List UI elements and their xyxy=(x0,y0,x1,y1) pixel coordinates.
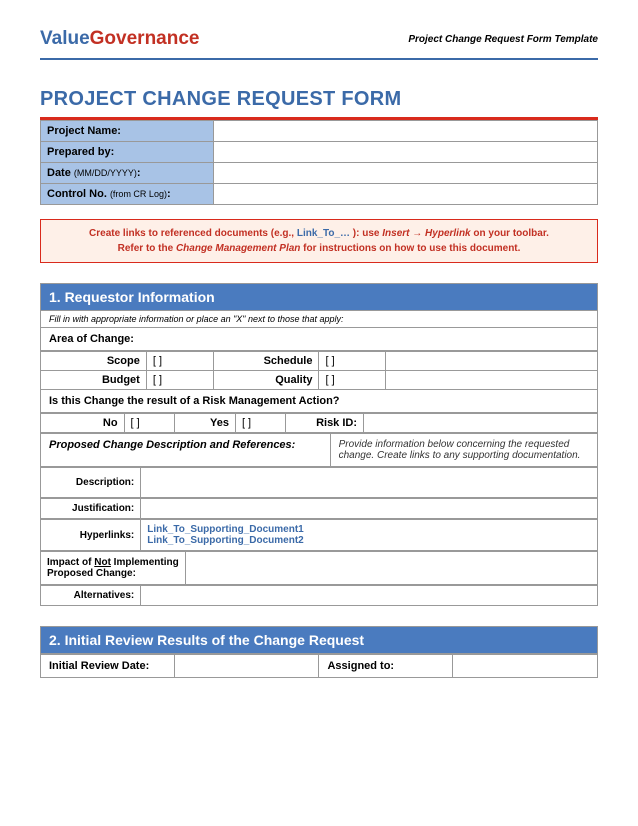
risk-question: Is this Change the result of a Risk Mana… xyxy=(40,390,598,413)
sample-link: Link_To_… xyxy=(297,228,350,239)
quality-checkbox[interactable]: [ ] xyxy=(319,371,386,390)
budget-label: Budget xyxy=(41,371,147,390)
alternatives-row: Alternatives: xyxy=(40,585,598,606)
proposed-change-hint: Provide information below concerning the… xyxy=(330,434,597,467)
page-title: PROJECT CHANGE REQUEST FORM xyxy=(40,88,598,111)
prepared-by-label: Prepared by: xyxy=(41,142,214,163)
justification-label: Justification: xyxy=(41,499,141,519)
justification-value[interactable] xyxy=(141,499,598,519)
assigned-to-value[interactable] xyxy=(453,655,598,678)
document-header: ValueGovernance Project Change Request F… xyxy=(40,28,598,60)
justification-row: Justification: xyxy=(40,498,598,519)
risk-grid: No [ ] Yes [ ] Risk ID: xyxy=(40,413,598,433)
riskid-label: Risk ID: xyxy=(286,414,364,433)
section1-header: 1. Requestor Information xyxy=(40,283,598,311)
review-date-label: Initial Review Date: xyxy=(41,655,175,678)
schedule-checkbox[interactable]: [ ] xyxy=(319,352,386,371)
scope-checkbox[interactable]: [ ] xyxy=(146,352,213,371)
logo-value: Value xyxy=(40,28,90,49)
document-subtitle: Project Change Request Form Template xyxy=(408,34,598,45)
quality-label: Quality xyxy=(213,371,319,390)
alternatives-value[interactable] xyxy=(141,586,598,606)
prepared-by-value[interactable] xyxy=(213,142,597,163)
logo: ValueGovernance xyxy=(40,28,199,50)
alternatives-label: Alternatives: xyxy=(41,586,141,606)
impact-row: Impact of Not Implementing Proposed Chan… xyxy=(40,551,598,585)
impact-label: Impact of Not Implementing Proposed Chan… xyxy=(41,552,186,585)
control-no-value[interactable] xyxy=(213,184,597,205)
review-date-value[interactable] xyxy=(174,655,319,678)
date-label: Date (MM/DD/YYYY): xyxy=(41,163,214,184)
scope-label: Scope xyxy=(41,352,147,371)
area-checkbox-grid: Scope [ ] Schedule [ ] Budget [ ] Qualit… xyxy=(40,351,598,390)
meta-table: Project Name: Prepared by: Date (MM/DD/Y… xyxy=(40,120,598,205)
date-value[interactable] xyxy=(213,163,597,184)
yes-checkbox[interactable]: [ ] xyxy=(235,414,285,433)
section1-hint: Fill in with appropriate information or … xyxy=(40,311,598,328)
project-name-value[interactable] xyxy=(213,121,597,142)
yes-label: Yes xyxy=(174,414,235,433)
area-of-change-label: Area of Change: xyxy=(40,328,598,351)
budget-checkbox[interactable]: [ ] xyxy=(146,371,213,390)
control-no-label: Control No. (from CR Log): xyxy=(41,184,214,205)
logo-governance: Governance xyxy=(90,28,200,49)
assigned-to-label: Assigned to: xyxy=(319,655,453,678)
support-link-1[interactable]: Link_To_Supporting_Document1 xyxy=(147,524,304,535)
riskid-value[interactable] xyxy=(364,414,598,433)
proposed-change-row: Proposed Change Description and Referenc… xyxy=(40,433,598,467)
hyperlinks-value: Link_To_Supporting_Document1 Link_To_Sup… xyxy=(141,520,598,551)
hyperlinks-row: Hyperlinks: Link_To_Supporting_Document1… xyxy=(40,519,598,551)
no-checkbox[interactable]: [ ] xyxy=(124,414,174,433)
support-link-2[interactable]: Link_To_Supporting_Document2 xyxy=(147,535,304,546)
proposed-change-label: Proposed Change Description and Referenc… xyxy=(41,434,331,467)
schedule-label: Schedule xyxy=(213,352,319,371)
description-label: Description: xyxy=(41,468,141,498)
section2-header: 2. Initial Review Results of the Change … xyxy=(40,626,598,654)
description-value[interactable] xyxy=(141,468,598,498)
instruction-box: Create links to referenced documents (e.… xyxy=(40,219,598,263)
description-row: Description: xyxy=(40,467,598,498)
impact-value[interactable] xyxy=(185,552,597,585)
hyperlinks-label: Hyperlinks: xyxy=(41,520,141,551)
review-grid: Initial Review Date: Assigned to: xyxy=(40,654,598,678)
project-name-label: Project Name: xyxy=(41,121,214,142)
no-label: No xyxy=(41,414,125,433)
